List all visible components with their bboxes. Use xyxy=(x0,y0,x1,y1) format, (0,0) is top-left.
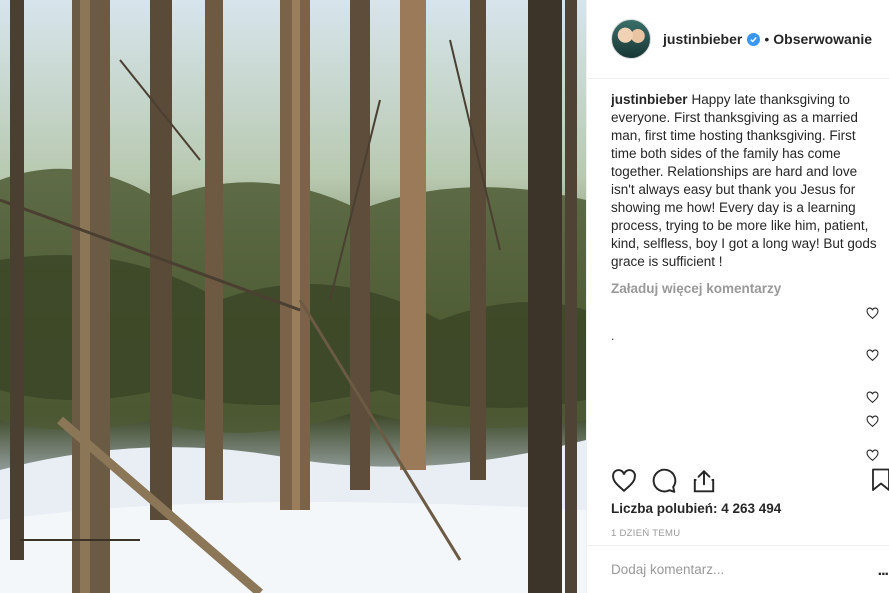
add-comment-input[interactable] xyxy=(611,562,851,577)
comments-area[interactable]: justinbieber Happy late thanksgiving to e… xyxy=(611,91,879,461)
username-link[interactable]: justinbieber xyxy=(663,31,742,47)
comment-like-icon[interactable] xyxy=(866,391,879,404)
post-header: justinbieber • Obserwowanie xyxy=(587,0,889,79)
post-timestamp[interactable]: 1 DZIEŃ TEMU xyxy=(611,528,680,539)
comment-text: . xyxy=(611,329,615,343)
more-options-icon[interactable]: ... xyxy=(878,562,889,580)
comment-like-icon[interactable] xyxy=(866,307,879,320)
share-icon[interactable] xyxy=(691,468,717,494)
likes-count[interactable]: Liczba polubień: 4 263 494 xyxy=(611,501,781,516)
comment-like-icon[interactable] xyxy=(866,415,879,428)
heart-icon[interactable] xyxy=(611,468,637,494)
add-comment-bar: ... xyxy=(587,545,889,593)
comment-row xyxy=(611,347,879,365)
post-photo xyxy=(0,0,586,593)
comment-row xyxy=(611,413,879,431)
separator-dot: • xyxy=(764,31,770,47)
comment-like-icon[interactable] xyxy=(866,449,879,461)
forest-photo-illustration xyxy=(0,0,586,593)
post-side-panel: justinbieber • Obserwowanie justinbieber… xyxy=(586,0,889,593)
post-caption: justinbieber Happy late thanksgiving to e… xyxy=(611,91,879,271)
load-more-comments-button[interactable]: Załaduj więcej komentarzy xyxy=(611,281,879,296)
comment-row xyxy=(611,305,879,323)
caption-text: Happy late thanksgiving to everyone. Fir… xyxy=(611,92,877,269)
comment-like-icon[interactable] xyxy=(866,349,879,362)
caption-username-link[interactable]: justinbieber xyxy=(611,92,688,107)
verified-badge-icon xyxy=(747,32,761,46)
post-actions xyxy=(611,466,889,496)
bookmark-icon[interactable] xyxy=(871,468,889,492)
avatar[interactable] xyxy=(611,19,651,59)
follow-button[interactable]: Obserwowanie xyxy=(773,31,872,47)
comment-row: . xyxy=(611,329,879,347)
comment-row xyxy=(611,447,879,461)
speech-bubble-icon[interactable] xyxy=(651,468,677,494)
comment-row xyxy=(611,389,879,407)
